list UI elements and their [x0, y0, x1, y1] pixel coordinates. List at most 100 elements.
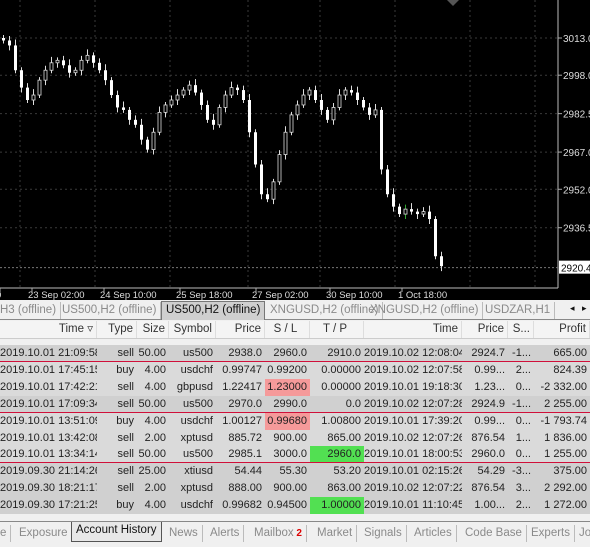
- tab-jo[interactable]: Jo: [575, 525, 590, 542]
- column-header-close-time[interactable]: Time: [364, 321, 462, 338]
- cell-profit: 1 836.00: [544, 431, 587, 444]
- cell-type: sell: [117, 431, 134, 444]
- cell-type: sell: [117, 448, 134, 461]
- tab-mailbox[interactable]: Mailbox 2: [250, 525, 307, 542]
- column-header-take-profit[interactable]: T / P: [310, 321, 364, 338]
- table-row[interactable]: 2019.10.01 13:51:09 buy 4.00 usdchf 1.00127 0…: [0, 412, 590, 430]
- cell-profit: 2 292.00: [544, 482, 587, 495]
- table-row[interactable]: 2019.09.30 21:14:26 sell 25.00 xtiusd 54.44 5…: [0, 463, 590, 481]
- tab-alerts[interactable]: Alerts: [206, 525, 245, 542]
- column-header-close-price[interactable]: Price: [462, 321, 508, 338]
- cell-open-time: 2019.10.01 13:34:14: [0, 448, 97, 461]
- table-row[interactable]: 2019.10.01 17:09:34 sell 50.00 us500 2970.0 2…: [0, 395, 590, 413]
- candle-body: [380, 109, 383, 170]
- candle-body: [392, 194, 395, 207]
- cell-close-price: 1.00...: [474, 499, 505, 512]
- cell-type: sell: [117, 397, 134, 410]
- cell-stop-loss: 3000.0: [273, 448, 307, 461]
- scroll-right-icon[interactable]: ▸: [582, 303, 587, 314]
- cell-open-time: 2019.10.01 13:51:09: [0, 414, 97, 427]
- column-header-profit[interactable]: Profit: [534, 321, 590, 338]
- tab-e[interactable]: e: [0, 525, 12, 542]
- table-row[interactable]: 2019.10.01 17:45:15 buy 4.00 usdchf 0.99747 0…: [0, 361, 590, 379]
- cell-take-profit: 865.00: [327, 431, 361, 444]
- cell-size: 2.00: [144, 482, 166, 495]
- unread-badge: 2: [293, 528, 302, 539]
- candle-body: [212, 119, 215, 125]
- chart-tab-xngusd-h2-offline[interactable]: XNGUSD,H2 (offline): [366, 302, 484, 319]
- candle-body: [217, 107, 222, 126]
- tab-label: e: [0, 527, 7, 539]
- cell-close-price: 2924.7: [471, 347, 505, 359]
- cell-stop-loss: 2960.0: [273, 347, 307, 359]
- tab-news[interactable]: News: [165, 525, 203, 542]
- cell-close-time: 2019.10.01 18:00:53: [364, 448, 462, 461]
- table-row[interactable]: 2019.10.01 13:42:08 sell 2.00 xptusd 885.72 9…: [0, 429, 590, 447]
- cell-stop-loss: 900.00: [273, 482, 307, 495]
- tab-account-history[interactable]: Account History: [71, 522, 162, 542]
- tab-signals[interactable]: Signals: [360, 525, 407, 542]
- cell-open-price: 0.99747: [222, 363, 262, 376]
- table-row[interactable]: 2019.10.01 17:42:21 sell 4.00 gbpusd 1.22417…: [0, 378, 590, 396]
- candle-body: [110, 80, 113, 96]
- candle-body: [73, 69, 78, 74]
- cell-size: 2.00: [144, 431, 166, 444]
- tab-label: Code Base: [465, 527, 522, 539]
- column-header-symbol[interactable]: Symbol: [169, 321, 216, 338]
- cell-close-price: 876.54: [471, 482, 505, 495]
- table-row[interactable]: 2019.09.30 18:21:17 sell 2.00 xptusd 888.00 9…: [0, 480, 590, 498]
- table-row[interactable]: 2019.10.01 13:34:14 sell 50.00 us500 2985.1 3…: [0, 446, 590, 464]
- tab-exposure[interactable]: Exposure: [15, 525, 73, 542]
- tab-label: Articles: [414, 527, 452, 539]
- cell-size: 50.00: [138, 347, 166, 359]
- tab-label: Mailbox: [254, 527, 294, 539]
- tab-code-base[interactable]: Code Base: [461, 525, 527, 542]
- candle-body: [68, 65, 71, 73]
- cell-close-price: 2924.9: [471, 397, 505, 410]
- time-label: 1 Oct 18:00: [398, 290, 447, 300]
- cell-symbol: us500: [183, 397, 213, 410]
- cell-stop-loss: 2990.0: [273, 397, 307, 410]
- cell-open-time: 2019.09.30 18:21:17: [0, 482, 97, 495]
- table-row[interactable]: 2019.10.01 21:09:58 sell 50.00 us500 2938.0 2…: [0, 345, 590, 362]
- cell-profit: 1 255.00: [544, 448, 587, 461]
- cell-take-profit: 1.00000: [310, 497, 364, 515]
- chart-tab-us500-h2-offline[interactable]: US500,H2 (offline): [58, 302, 162, 319]
- cell-take-profit: 1.00800: [321, 414, 361, 427]
- tab-experts[interactable]: Experts: [527, 525, 575, 542]
- chart-tab-usdzar-h1[interactable]: USDZAR,H1: [481, 302, 556, 319]
- candle-body: [301, 94, 306, 106]
- price-chart[interactable]: 3013.0 2998.0 2982.5 2967.0 2952.0 2936.5 2920…: [0, 0, 590, 300]
- cell-stop-loss: 55.30: [279, 465, 307, 478]
- candle-body: [421, 211, 426, 215]
- column-header-stop-loss[interactable]: S / L: [265, 321, 310, 338]
- tab-articles[interactable]: Articles: [410, 525, 457, 542]
- chart-tab-us500-h2-offline[interactable]: US500,H2 (offline): [161, 301, 266, 320]
- candle-body: [295, 104, 300, 116]
- column-header-type[interactable]: Type: [97, 321, 137, 338]
- cell-swap: 3...: [515, 482, 531, 495]
- candle-body: [398, 206, 401, 215]
- scroll-left-icon[interactable]: ◂: [570, 303, 575, 314]
- cell-swap: -3...: [512, 465, 531, 478]
- tab-label: Exposure: [19, 527, 68, 539]
- column-header-open-time[interactable]: Time ▿: [0, 321, 97, 338]
- candle-body: [386, 169, 389, 195]
- current-price-label: 2920.4: [561, 264, 590, 275]
- cell-close-price: 2960.0: [471, 448, 505, 461]
- column-header-open-price[interactable]: Price: [216, 321, 265, 338]
- cell-swap: -1...: [512, 347, 531, 359]
- column-header-size[interactable]: Size: [137, 321, 169, 338]
- candle-body: [373, 109, 378, 116]
- candle-body: [26, 87, 29, 100]
- cell-profit: 665.00: [553, 347, 587, 359]
- tab-market[interactable]: Market: [313, 525, 358, 542]
- table-row[interactable]: 2019.09.30 17:21:25 buy 4.00 usdchf 0.99682 0…: [0, 497, 590, 515]
- chart-tab-h3-offline[interactable]: H3 (offline): [0, 302, 62, 319]
- cell-stop-loss: 1.23000: [265, 378, 310, 396]
- candle-body: [337, 94, 342, 108]
- column-header-swap[interactable]: S...: [508, 321, 534, 338]
- candle-body: [194, 85, 197, 93]
- cell-profit: 2 255.00: [544, 397, 587, 410]
- candle-body: [434, 219, 437, 257]
